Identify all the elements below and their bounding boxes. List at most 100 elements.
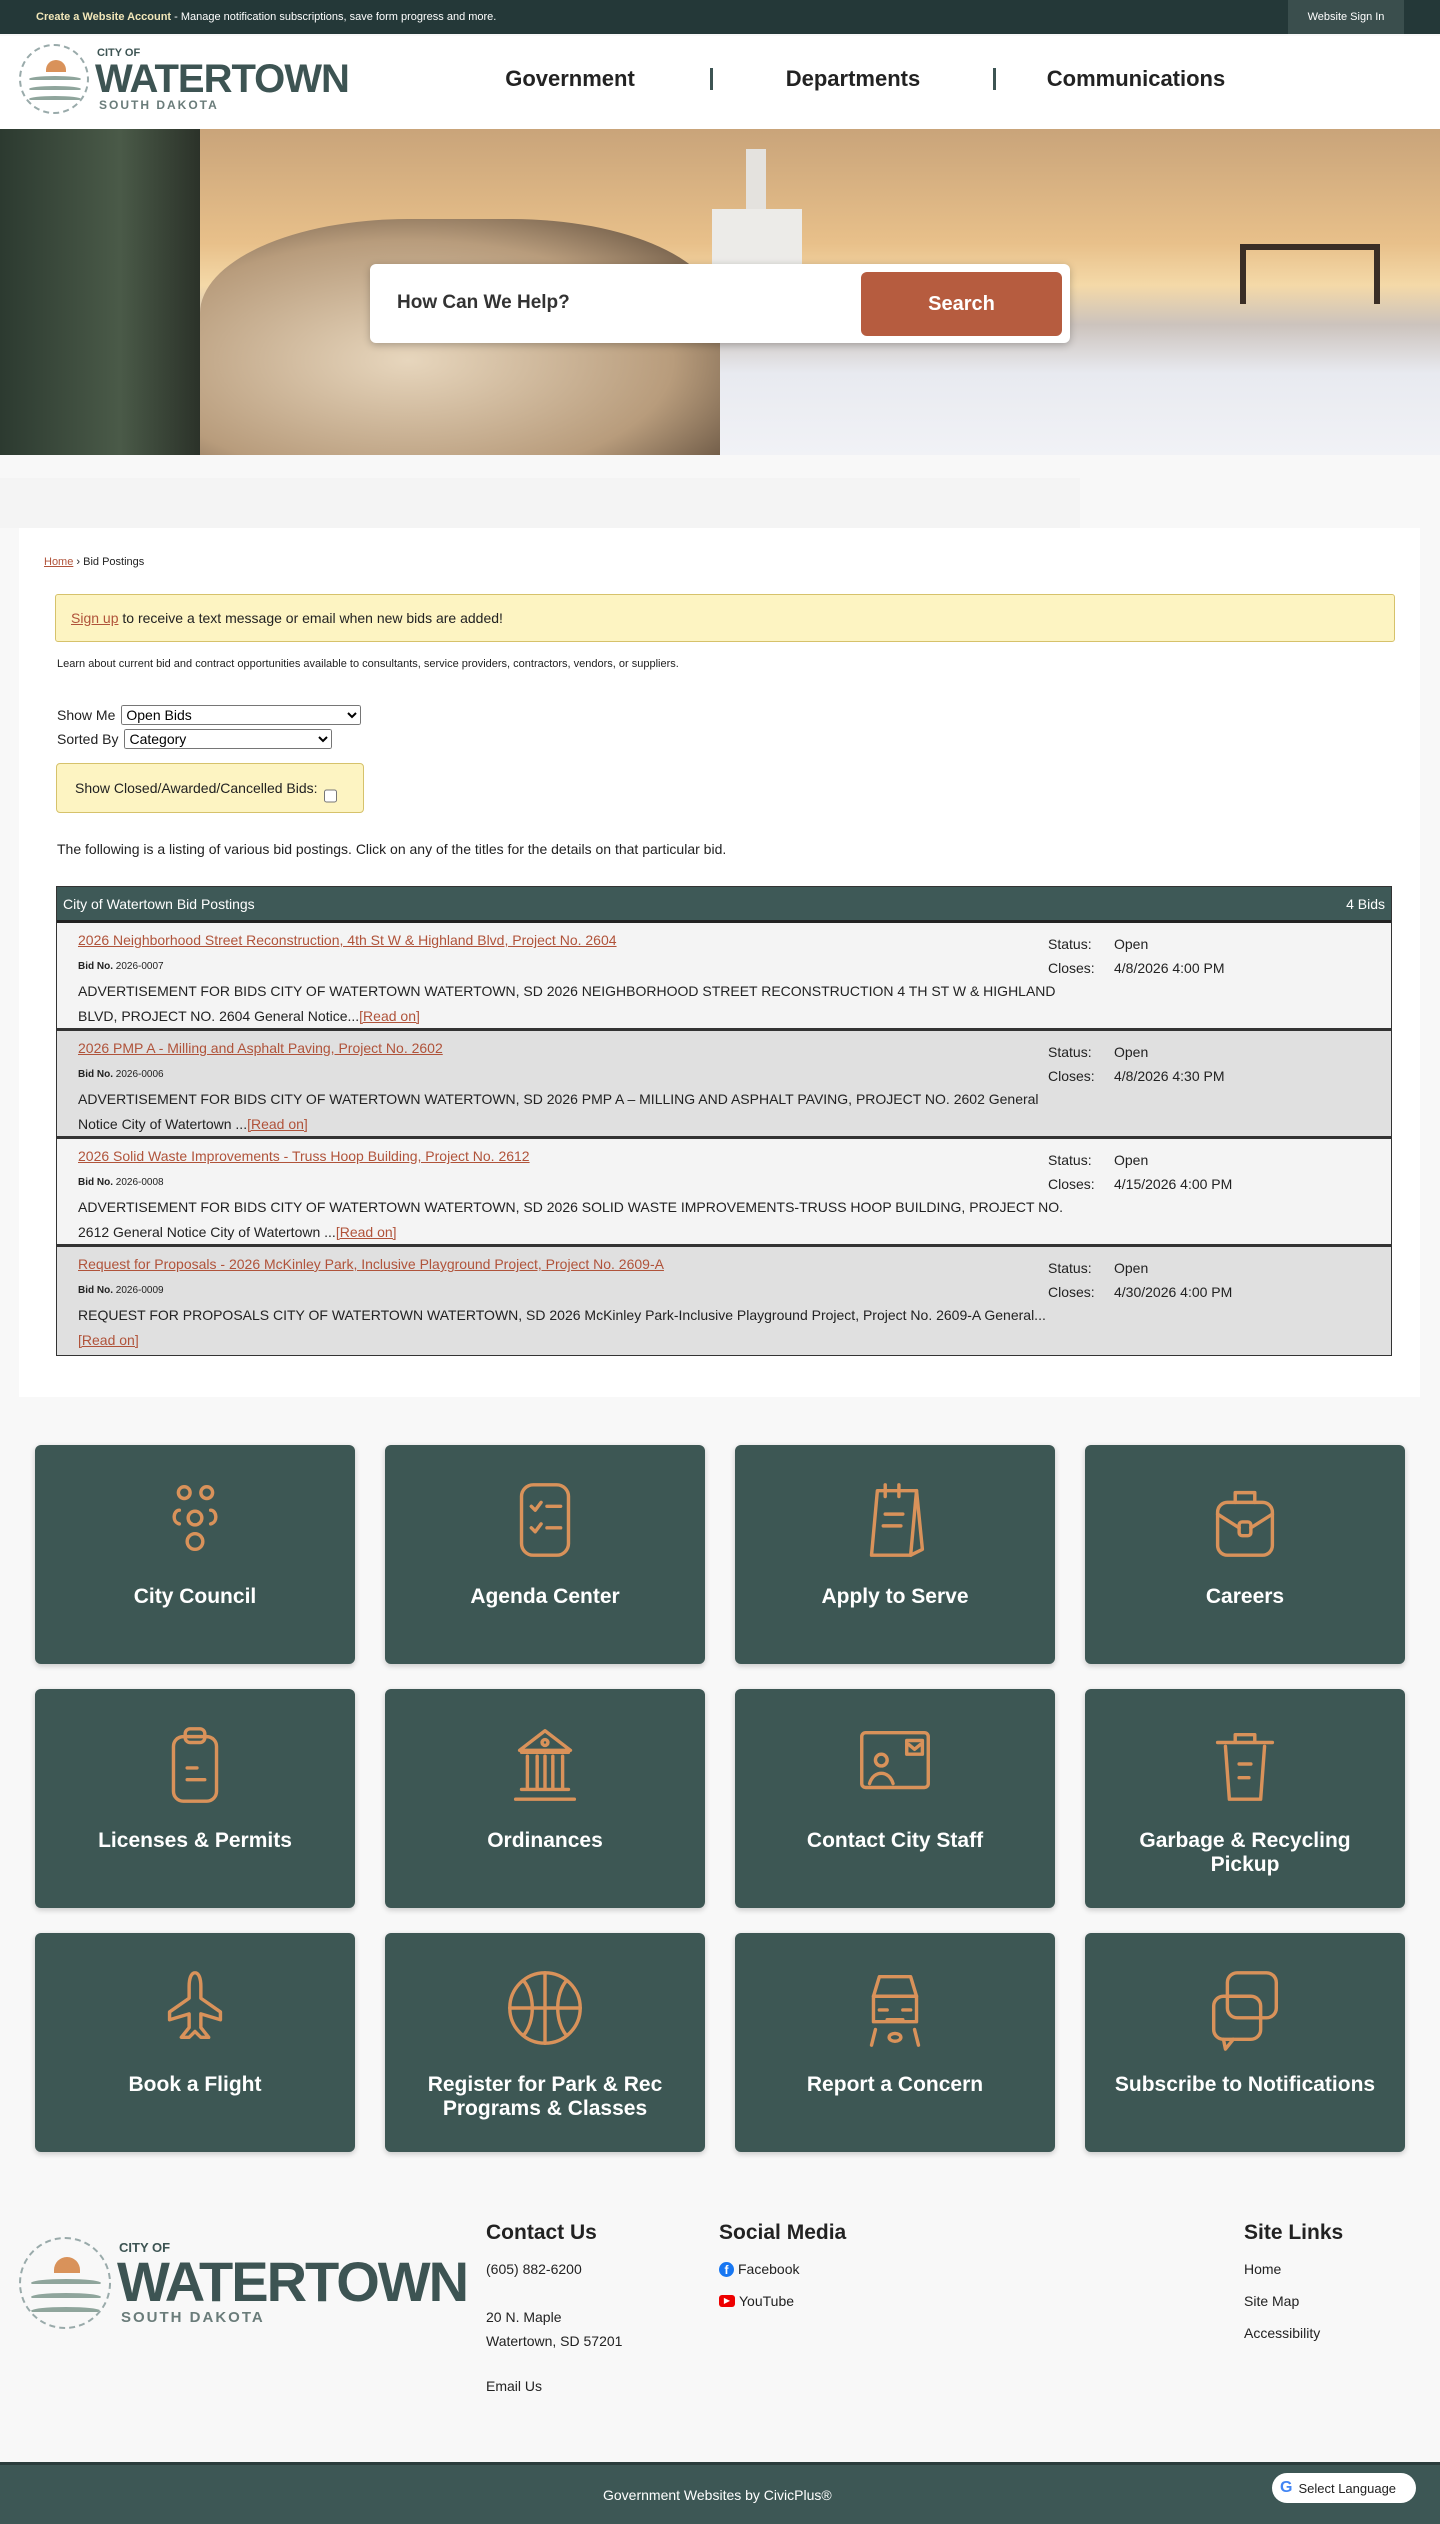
quick-link-tile[interactable]: Book a Flight [35,1933,355,2152]
bid-postings-table: City of Watertown Bid Postings 4 Bids 202… [56,886,1392,1356]
tile-label: Subscribe to Notifications [1114,2073,1376,2096]
show-closed-box: Show Closed/Awarded/Cancelled Bids: [56,763,364,813]
bid-title-link[interactable]: Request for Proposals - 2026 McKinley Pa… [78,1256,664,1272]
quick-link-tile[interactable]: Careers [1085,1445,1405,1664]
table-row: Request for Proposals - 2026 McKinley Pa… [57,1247,1391,1355]
bid-status: Status: Open Closes: 4/30/2026 4:00 PM [1048,1256,1232,1304]
bid-number: Bid No. 2026-0008 [78,1177,164,1188]
footer-contact: Contact Us (605) 882-6200 20 N. Maple Wa… [486,2221,622,2394]
quick-links-grid: City Council Agenda Center Apply to Serve C… [35,1445,1405,2152]
tile-label: Book a Flight [128,2073,262,2096]
listing-intro: The following is a listing of various bi… [57,841,727,857]
read-on-link[interactable]: [Read on] [359,1008,420,1024]
quick-link-tile[interactable]: City Council [35,1445,355,1664]
select-language-label: Select Language [1298,2480,1397,2496]
status-value: Open [1114,1260,1149,1276]
quick-link-tile[interactable]: Contact City Staff [735,1689,1055,1908]
bottom-bar: Government Websites by CivicPlus® G Selec… [0,2462,1440,2524]
sorted-by-label: Sorted By [57,731,119,747]
car-icon [869,1974,921,2047]
bid-title-link[interactable]: 2026 PMP A - Milling and Asphalt Paving,… [78,1040,443,1056]
breadcrumb-separator: › [73,556,84,568]
civicplus-credit[interactable]: Government Websites by CivicPlus® [603,2487,832,2503]
nav-departments[interactable]: Departments [753,66,953,92]
facebook-link[interactable]: f Facebook [719,2261,846,2277]
select-language-button[interactable]: G Select Language [1272,2473,1416,2503]
sorted-by-select[interactable]: Category [124,729,333,749]
nav-divider [993,68,996,90]
footer-logo-name: WATERTOWN [117,2250,469,2313]
status-value: Open [1114,1044,1149,1060]
bid-count: 4 Bids [1346,895,1385,912]
facebook-icon: f [719,2261,734,2277]
hero-wagon [0,129,200,455]
quick-link-tile[interactable]: Subscribe to Notifications [1085,1933,1405,2152]
quick-link-tile[interactable]: Report a Concern [735,1933,1055,2152]
bid-description: REQUEST FOR PROPOSALS CITY OF WATERTOWN … [78,1307,1046,1348]
logo-name: WATERTOWN [95,56,350,101]
clipboard-icon [171,1727,219,1803]
show-me-select[interactable]: Open Bids [121,705,362,725]
closes-value: 4/30/2026 4:00 PM [1114,1284,1233,1300]
sign-up-link[interactable]: Sign up [71,610,118,626]
main-nav: Government Departments Communications [470,66,1236,92]
signup-alert: Sign up to receive a text message or ema… [55,594,1395,642]
tile-label: Agenda Center [470,1585,620,1608]
breadcrumb-home[interactable]: Home [44,556,73,568]
bid-description: ADVERTISEMENT FOR BIDS CITY OF WATERTOWN… [78,983,1056,1024]
notepad-icon [869,1483,925,1557]
contact-phone[interactable]: (605) 882-6200 [486,2261,622,2277]
sign-in-button[interactable]: Website Sign In [1288,0,1404,34]
footer-link-site-map[interactable]: Site Map [1244,2293,1343,2309]
search-input[interactable]: How Can We Help? [397,292,570,314]
closes-value: 4/8/2026 4:30 PM [1114,1068,1225,1084]
nav-government[interactable]: Government [470,66,670,92]
nav-communications[interactable]: Communications [1036,66,1236,92]
bid-number: Bid No. 2026-0009 [78,1285,164,1296]
create-account-link[interactable]: Create a Website Account [36,11,171,23]
show-me-label: Show Me [57,707,116,723]
site-header: CITY OF WATERTOWN SOUTH DAKOTA Governmen… [0,36,1440,129]
quick-link-tile[interactable]: Licenses & Permits [35,1689,355,1908]
bid-description: ADVERTISEMENT FOR BIDS CITY OF WATERTOWN… [78,1091,1039,1132]
tile-label: Careers [1205,1585,1285,1608]
read-on-link[interactable]: [Read on] [336,1224,397,1240]
footer-logo[interactable]: CITY OF WATERTOWN SOUTH DAKOTA [19,2237,469,2329]
read-on-link[interactable]: [Read on] [78,1332,139,1348]
top-bar: Create a Website Account - Manage notifi… [0,0,1440,34]
tile-label: Apply to Serve [821,1585,969,1608]
status-value: Open [1114,1152,1149,1168]
footer-social: Social Media f Facebook ▶ YouTube [719,2221,847,2309]
contact-card-icon [860,1730,930,1790]
footer-link-accessibility[interactable]: Accessibility [1244,2325,1343,2341]
breadcrumb-current: Bid Postings [83,556,145,568]
tile-label: Contact City Staff [806,1829,984,1852]
bid-title-link[interactable]: 2026 Solid Waste Improvements - Truss Ho… [78,1148,530,1164]
show-closed-checkbox[interactable] [323,780,337,812]
search-button[interactable]: Search [861,272,1062,336]
bid-title-link[interactable]: 2026 Neighborhood Street Reconstruction,… [78,932,617,948]
quick-link-tile[interactable]: Apply to Serve [735,1445,1055,1664]
table-row: 2026 Neighborhood Street Reconstruction,… [57,923,1391,1031]
read-on-link[interactable]: [Read on] [247,1116,308,1132]
email-us-link[interactable]: Email Us [486,2378,622,2394]
briefcase-icon [1215,1490,1275,1557]
footer-site-links: Site Links Home Site Map Accessibility [1244,2222,1343,2341]
quick-link-tile[interactable]: Garbage & Recycling Pickup [1085,1689,1405,1908]
people-group-icon [172,1485,218,1552]
tile-label: Report a Concern [806,2073,984,2096]
table-header: City of Watertown Bid Postings 4 Bids [57,887,1391,923]
footer-logo-seal-icon [19,2237,111,2329]
footer-link-home[interactable]: Home [1244,2261,1343,2277]
contact-heading: Contact Us [486,2221,597,2244]
social-heading: Social Media [719,2221,847,2244]
site-logo[interactable]: CITY OF WATERTOWN SOUTH DAKOTA [19,44,350,114]
quick-link-tile[interactable]: Ordinances [385,1689,705,1908]
alert-text: to receive a text message or email when … [118,610,503,626]
quick-link-tile[interactable]: Register for Park & Rec Programs & Class… [385,1933,705,2152]
bid-status: Status: Open Closes: 4/15/2026 4:00 PM [1048,1148,1232,1196]
quick-link-tile[interactable]: Agenda Center [385,1445,705,1664]
basketball-icon [508,1971,582,2045]
youtube-link[interactable]: ▶ YouTube [719,2293,846,2309]
bid-status: Status: Open Closes: 4/8/2026 4:00 PM [1048,932,1225,980]
